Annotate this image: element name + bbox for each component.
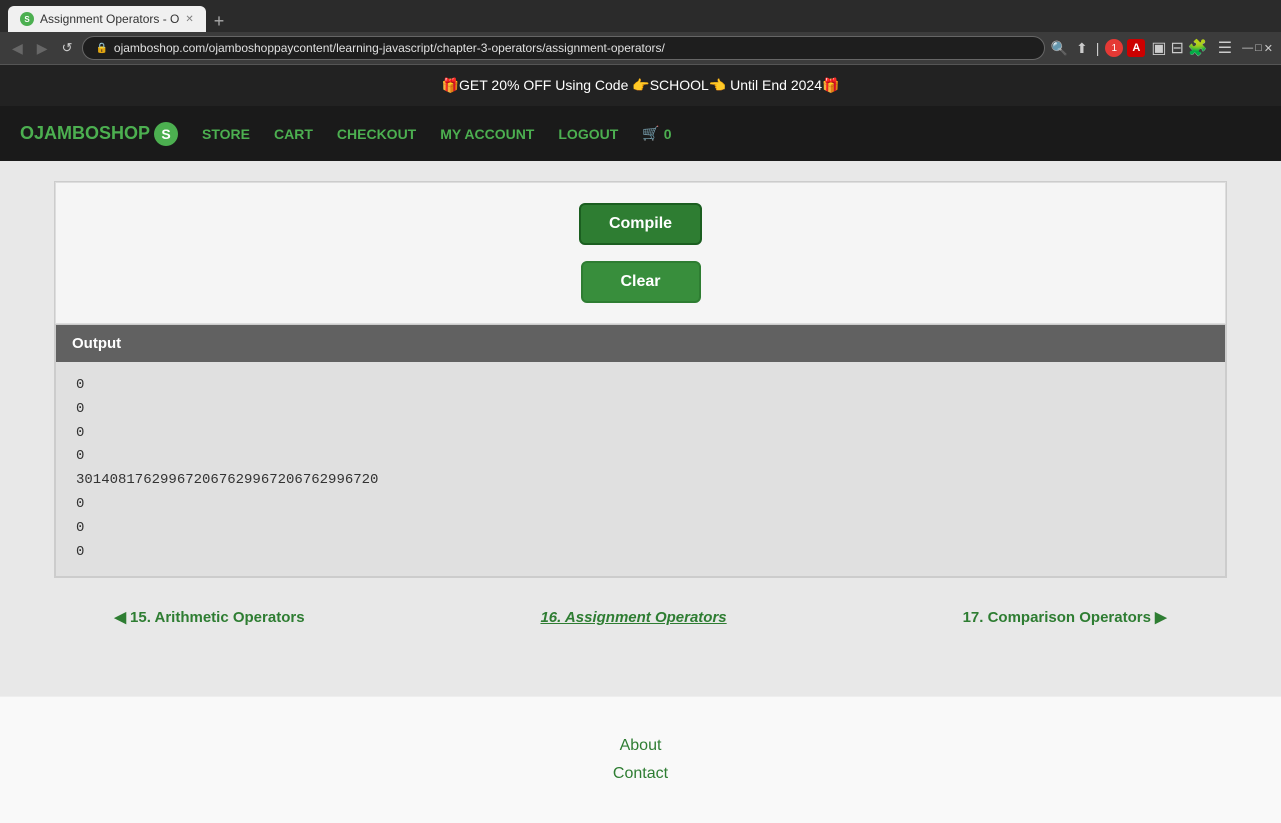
code-outer-container: Compile Clear Output 0 0 0 0 30140817629… bbox=[54, 181, 1227, 578]
browser-chrome: S Assignment Operators - O ✕ + ◀ ▶ ↺ 🔒 o… bbox=[0, 0, 1281, 65]
address-bar[interactable]: 🔒 ojamboshop.com/ojamboshoppaycontent/le… bbox=[82, 36, 1044, 60]
output-line-5: 301408176299672067629967206762996720 bbox=[76, 469, 1205, 493]
my-account-nav-item[interactable]: MY ACCOUNT bbox=[440, 126, 534, 142]
output-line-2: 0 bbox=[76, 398, 1205, 422]
extension-badge[interactable]: 1 bbox=[1105, 39, 1123, 57]
toolbar-icons: 🔍 ⬆ | bbox=[1051, 40, 1100, 57]
page: 🎁GET 20% OFF Using Code 👉SCHOOL👈 Until E… bbox=[0, 65, 1281, 823]
footer: About Contact bbox=[0, 696, 1281, 823]
minimize-button[interactable]: — bbox=[1242, 42, 1253, 55]
output-line-6: 0 bbox=[76, 493, 1205, 517]
active-tab[interactable]: S Assignment Operators - O ✕ bbox=[8, 6, 206, 32]
new-tab-button[interactable]: + bbox=[206, 11, 233, 32]
share-icon[interactable]: ⬆ bbox=[1076, 40, 1088, 57]
prev-arrow-icon: ◀ bbox=[115, 608, 127, 626]
prev-lesson-link[interactable]: ◀ 15. Arithmetic Operators bbox=[115, 608, 305, 626]
browser-toolbar: ◀ ▶ ↺ 🔒 ojamboshop.com/ojamboshoppaycont… bbox=[0, 32, 1281, 65]
logo-text[interactable]: OJAMBOSHOP bbox=[20, 123, 150, 144]
about-footer-link[interactable]: About bbox=[20, 737, 1261, 755]
maximize-button[interactable]: □ bbox=[1255, 42, 1262, 55]
extensions-icon[interactable]: 🧩 bbox=[1188, 38, 1208, 58]
window-controls: ▣ ⊟ 🧩 bbox=[1151, 38, 1207, 58]
logout-nav-item[interactable]: LOGOUT bbox=[558, 126, 618, 142]
buttons-area: Compile Clear bbox=[55, 182, 1226, 324]
refresh-button[interactable]: ↺ bbox=[58, 38, 77, 58]
promo-banner: 🎁GET 20% OFF Using Code 👉SCHOOL👈 Until E… bbox=[0, 65, 1281, 106]
logo-s-icon: S bbox=[154, 122, 178, 146]
prev-lesson-label: 15. Arithmetic Operators bbox=[130, 609, 305, 626]
cart-emoji-icon: 🛒 bbox=[642, 125, 659, 142]
compile-button[interactable]: Compile bbox=[579, 203, 702, 245]
main-content: Compile Clear Output 0 0 0 0 30140817629… bbox=[0, 161, 1281, 696]
tab-favicon: S bbox=[20, 12, 34, 26]
main-nav: OJAMBOSHOP S STORE CART CHECKOUT MY ACCO… bbox=[0, 106, 1281, 161]
current-lesson-label[interactable]: 16. Assignment Operators bbox=[540, 609, 726, 626]
tab-close-button[interactable]: ✕ bbox=[185, 14, 193, 25]
lock-icon: 🔒 bbox=[95, 43, 107, 54]
nav-logo[interactable]: OJAMBOSHOP S bbox=[20, 122, 178, 146]
extension-icon[interactable]: A bbox=[1127, 39, 1145, 57]
output-line-3: 0 bbox=[76, 422, 1205, 446]
clear-button[interactable]: Clear bbox=[581, 261, 701, 303]
contact-footer-link[interactable]: Contact bbox=[20, 765, 1261, 783]
extensions-area: 1 A bbox=[1105, 39, 1145, 57]
output-line-4: 0 bbox=[76, 445, 1205, 469]
close-button[interactable]: ✕ bbox=[1264, 42, 1273, 55]
output-section: Output 0 0 0 0 3014081762996720676299672… bbox=[55, 324, 1226, 577]
cart-icon-area[interactable]: 🛒 0 bbox=[642, 125, 671, 142]
cart-count: 0 bbox=[664, 126, 672, 142]
output-line-1: 0 bbox=[76, 374, 1205, 398]
output-header: Output bbox=[56, 325, 1225, 362]
cart-nav-item[interactable]: CART bbox=[274, 126, 313, 142]
next-arrow-icon: ▶ bbox=[1155, 608, 1167, 626]
lesson-nav: ◀ 15. Arithmetic Operators 16. Assignmen… bbox=[61, 578, 1221, 656]
window-buttons: — □ ✕ bbox=[1242, 42, 1273, 55]
forward-button[interactable]: ▶ bbox=[33, 38, 52, 59]
next-lesson-label: 17. Comparison Operators bbox=[963, 609, 1151, 626]
checkout-nav-item[interactable]: CHECKOUT bbox=[337, 126, 416, 142]
search-icon[interactable]: 🔍 bbox=[1051, 40, 1068, 57]
sidebar-icon[interactable]: ▣ bbox=[1151, 38, 1166, 58]
url-text: ojamboshop.com/ojamboshoppaycontent/lear… bbox=[114, 41, 1032, 55]
next-lesson-link[interactable]: 17. Comparison Operators ▶ bbox=[963, 608, 1167, 626]
tab-bar: S Assignment Operators - O ✕ + bbox=[0, 0, 1281, 32]
browser-menu-button[interactable]: ☰ bbox=[1214, 36, 1236, 60]
output-line-7: 0 bbox=[76, 517, 1205, 541]
tab-title: Assignment Operators - O bbox=[40, 12, 179, 26]
split-icon[interactable]: ⊟ bbox=[1170, 38, 1183, 58]
promo-text: 🎁GET 20% OFF Using Code 👉SCHOOL👈 Until E… bbox=[442, 77, 840, 93]
rss-icon: | bbox=[1096, 40, 1100, 56]
store-nav-item[interactable]: STORE bbox=[202, 126, 250, 142]
back-button[interactable]: ◀ bbox=[8, 38, 27, 59]
output-line-8: 0 bbox=[76, 541, 1205, 565]
output-body: 0 0 0 0 30140817629967206762996720676299… bbox=[56, 362, 1225, 576]
